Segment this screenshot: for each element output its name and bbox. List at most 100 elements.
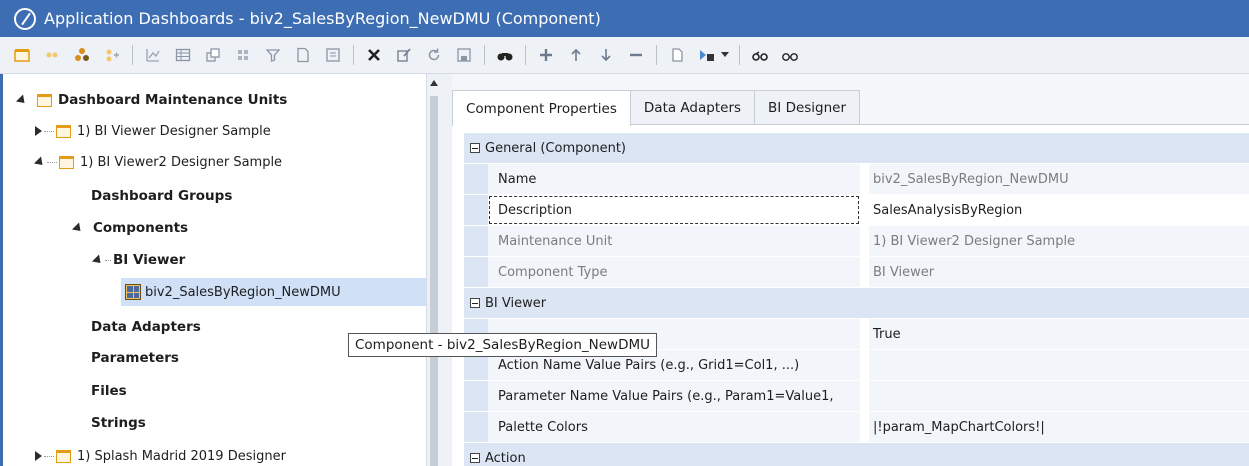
property-row[interactable]: Description SalesAnalysisByRegion — [464, 195, 1249, 226]
tab-bi-designer[interactable]: BI Designer — [754, 90, 861, 125]
view-icon[interactable] — [778, 43, 802, 67]
tree-node-root[interactable]: Dashboard Maintenance Units — [15, 86, 288, 114]
tree-node-bi-viewer-designer-sample[interactable]: 1) BI Viewer Designer Sample — [35, 117, 271, 145]
category-label: Action — [485, 450, 526, 466]
tab-data-adapters[interactable]: Data Adapters — [629, 90, 756, 125]
collapse-minus-icon[interactable] — [470, 453, 480, 463]
tab-component-properties[interactable]: Component Properties — [452, 90, 631, 126]
tree-scrollbar[interactable] — [426, 74, 440, 466]
property-row[interactable]: Name biv2_SalesByRegion_NewDMU — [464, 164, 1249, 195]
category-general[interactable]: General (Component) — [464, 133, 1249, 164]
move-down-icon[interactable] — [594, 43, 618, 67]
scrollbar-thumb[interactable] — [430, 96, 438, 466]
save-icon[interactable] — [452, 43, 476, 67]
tree-node-components[interactable]: Components — [71, 214, 189, 242]
tree-node-label: Dashboard Maintenance Units — [58, 92, 288, 108]
adapter-icon[interactable] — [100, 43, 124, 67]
collapse-minus-icon[interactable] — [470, 298, 480, 308]
group-icon[interactable] — [40, 43, 64, 67]
property-row[interactable]: Parameter Name Value Pairs (e.g., Param1… — [464, 381, 1249, 412]
expand-arrow-icon[interactable] — [91, 253, 105, 267]
category-bi-viewer[interactable]: BI Viewer — [464, 288, 1249, 319]
property-key: Component Type — [488, 257, 860, 287]
tree-node-label: Components — [93, 220, 189, 236]
property-row[interactable]: Component Type BI Viewer — [464, 257, 1249, 288]
run-icon[interactable] — [695, 43, 719, 67]
collapse-arrow-icon[interactable] — [35, 451, 42, 461]
toolbar-separator — [739, 45, 740, 65]
filter-icon[interactable] — [231, 43, 255, 67]
description-input[interactable]: SalesAnalysisByRegion — [869, 195, 1249, 225]
dashboard-unit-icon — [37, 93, 52, 107]
property-value[interactable] — [869, 350, 1249, 380]
property-key: Name — [488, 164, 860, 194]
dashboard-unit-icon[interactable] — [10, 43, 34, 67]
tree-node-label: Dashboard Groups — [91, 188, 233, 204]
category-label: BI Viewer — [485, 295, 547, 311]
parameter-icon[interactable] — [201, 43, 225, 67]
property-row[interactable]: Maintenance Unit 1) BI Viewer2 Designer … — [464, 226, 1249, 257]
funnel-icon[interactable] — [261, 43, 285, 67]
property-grid-container: General (Component) Name biv2_SalesByReg… — [452, 124, 1249, 466]
tree-node-bi-viewer[interactable]: BI Viewer — [91, 246, 185, 274]
toolbar-separator — [353, 45, 354, 65]
dashboard-unit-icon — [59, 155, 74, 169]
toolbar-separator — [656, 45, 657, 65]
search-icon[interactable] — [493, 43, 517, 67]
add-icon[interactable] — [534, 43, 558, 67]
tree-node-data-adapters[interactable]: Data Adapters — [91, 313, 201, 341]
category-action[interactable]: Action — [464, 443, 1249, 466]
toolbar — [0, 37, 1249, 74]
dropdown-arrow-icon[interactable] — [719, 43, 731, 67]
tab-strip: Component Properties Data Adapters BI De… — [452, 90, 861, 126]
tree-node-label: Files — [91, 383, 127, 399]
property-value[interactable]: |!param_MapChartColors!| — [869, 412, 1249, 442]
collapse-arrow-icon[interactable] — [35, 126, 42, 136]
toolbar-separator — [132, 45, 133, 65]
tree-node-dashboard-groups[interactable]: Dashboard Groups — [91, 182, 232, 210]
object-lookup-icon[interactable] — [748, 43, 772, 67]
toolbar-separator — [525, 45, 526, 65]
expand-arrow-icon[interactable] — [15, 93, 29, 107]
tree-node-splash-madrid[interactable]: 1) Splash Madrid 2019 Designer — [35, 442, 286, 466]
property-key: Description — [488, 195, 860, 225]
property-value[interactable]: True — [869, 319, 1249, 349]
property-value[interactable]: 1) BI Viewer2 Designer Sample — [869, 226, 1249, 256]
details-panel: Component Properties Data Adapters BI De… — [452, 74, 1249, 466]
copy-icon[interactable] — [665, 43, 689, 67]
property-value[interactable]: biv2_SalesByRegion_NewDMU — [869, 164, 1249, 194]
dashboard-unit-icon — [56, 124, 71, 138]
expand-arrow-icon[interactable] — [33, 155, 47, 169]
title-bar: Application Dashboards - biv2_SalesByReg… — [0, 0, 1249, 37]
toolbar-separator — [484, 45, 485, 65]
tree-node-label: Data Adapters — [91, 319, 201, 335]
property-value[interactable]: BI Viewer — [869, 257, 1249, 287]
tree-node-selected-component[interactable]: biv2_SalesByRegion_NewDMU — [121, 278, 429, 306]
collapse-minus-icon[interactable] — [470, 143, 480, 153]
tree-node-files[interactable]: Files — [91, 377, 127, 405]
property-key: Parameter Name Value Pairs (e.g., Param1… — [488, 381, 860, 411]
delete-icon[interactable] — [362, 43, 386, 67]
dashboard-unit-icon — [56, 449, 71, 463]
refresh-icon[interactable] — [422, 43, 446, 67]
move-up-icon[interactable] — [564, 43, 588, 67]
strings-icon[interactable] — [321, 43, 345, 67]
file-icon[interactable] — [291, 43, 315, 67]
tree-node-strings[interactable]: Strings — [91, 409, 146, 437]
panel-splitter[interactable] — [440, 74, 452, 466]
component-icon[interactable] — [70, 43, 94, 67]
tree-node-label: 1) BI Viewer Designer Sample — [77, 123, 271, 139]
tree-node-bi-viewer2-designer-sample[interactable]: 1) BI Viewer2 Designer Sample — [33, 148, 282, 176]
property-key: Maintenance Unit — [488, 226, 860, 256]
expand-arrow-icon[interactable] — [71, 221, 85, 235]
property-value[interactable] — [869, 381, 1249, 411]
rename-icon[interactable] — [392, 43, 416, 67]
grid-icon[interactable] — [171, 43, 195, 67]
tree-node-label: 1) Splash Madrid 2019 Designer — [77, 448, 286, 464]
tree-node-parameters[interactable]: Parameters — [91, 344, 179, 372]
property-row[interactable]: Palette Colors |!param_MapChartColors!| — [464, 412, 1249, 443]
chart-icon[interactable] — [141, 43, 165, 67]
tree-panel: Dashboard Maintenance Units 1) BI Viewer… — [0, 74, 440, 466]
remove-icon[interactable] — [624, 43, 648, 67]
scroll-up-icon[interactable] — [430, 80, 438, 86]
